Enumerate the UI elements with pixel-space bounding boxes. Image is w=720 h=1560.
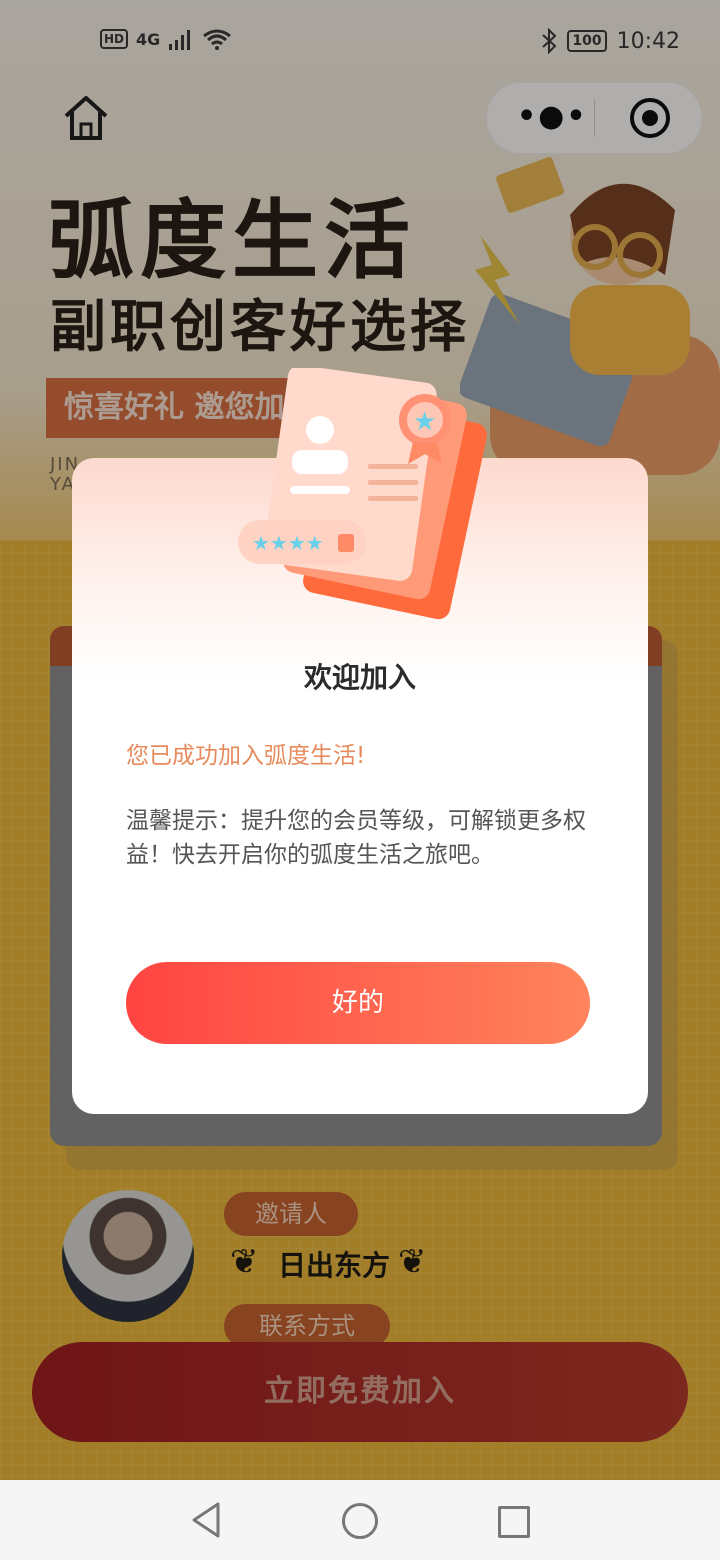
home-circle-icon[interactable] xyxy=(342,1503,378,1539)
ok-button[interactable]: 好的 xyxy=(126,962,590,1044)
svg-text:★★★★: ★★★★ xyxy=(252,531,324,555)
profile-card-illustration: ★★★★ ★ xyxy=(238,368,487,620)
modal-tip-text: 温馨提示：提升您的会员等级，可解锁更多权益！快去开启你的弧度生活之旅吧。 xyxy=(126,808,586,868)
svg-text:★: ★ xyxy=(413,407,436,437)
recent-square-icon[interactable] xyxy=(498,1506,530,1538)
modal-success-message: 您已成功加入弧度生活! xyxy=(126,743,366,769)
back-triangle-icon[interactable] xyxy=(190,1500,224,1540)
modal-title: 欢迎加入 xyxy=(303,661,416,694)
